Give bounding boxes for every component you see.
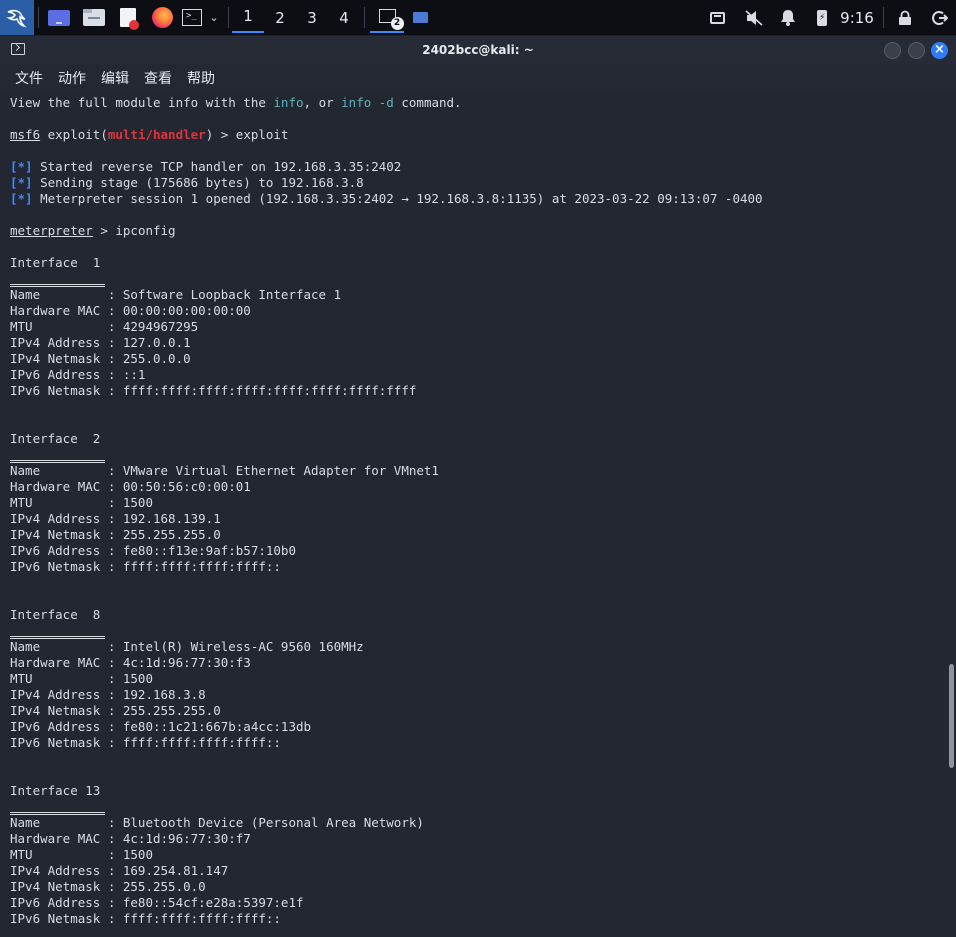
interface-field: IPv6 Netmask : ffff:ffff:ffff:ffff:: [10,735,281,750]
interface-field: IPv4 Netmask : 255.255.255.0 [10,703,221,718]
interface-field: IPv6 Netmask : ffff:ffff:ffff:ffff:ffff:… [10,383,417,398]
interface-field: MTU : 1500 [10,495,153,510]
header-underline [10,271,763,287]
interface-header: Interface 8 [10,607,101,622]
info-d-command: info -d [341,95,394,110]
close-icon: × [934,42,945,57]
display-icon[interactable] [704,0,730,35]
msf-prompt: msf6 [10,127,41,142]
interface-header: Interface 13 [10,783,101,798]
interface-field: IPv4 Address : 169.254.81.147 [10,863,229,878]
show-desktop-icon[interactable] [46,0,72,35]
interface-field: IPv6 Netmask : ffff:ffff:ffff:ffff:: [10,911,281,926]
status-tag: [*] [10,159,33,174]
notifications-bell-icon[interactable] [776,0,800,35]
interface-field: Name : VMware Virtual Ethernet Adapter f… [10,463,439,478]
logout-icon[interactable] [927,0,953,35]
battery-charging-icon[interactable]: ⚡ [810,0,834,35]
module-info-hint-line: View the full module info with the info,… [10,95,462,110]
workspace-3[interactable]: 3 [296,0,328,35]
menu-file[interactable]: 文件 [15,68,43,88]
interface-field: Hardware MAC : 4c:1d:96:77:30:f7 [10,831,251,846]
chevron-down-icon[interactable]: ⌄ [205,0,223,35]
lock-screen-icon[interactable] [893,0,917,35]
interface-field: IPv6 Address : ::1 [10,367,146,382]
taskbar-terminal-group[interactable]: 2 [370,0,404,33]
msf-prompt-line: msf6 exploit(multi/handler) > exploit [10,127,289,142]
info-command: info [273,95,304,110]
status-line: [*] Started reverse TCP handler on 192.1… [10,159,402,174]
window-count-badge: 2 [390,16,404,30]
interface-field: Hardware MAC : 00:50:56:c0:00:01 [10,479,251,494]
workspace-4[interactable]: 4 [328,0,360,35]
kali-menu-button[interactable] [0,0,34,35]
volume-muted-icon[interactable] [741,0,767,35]
meterpreter-prompt: meterpreter [10,223,93,238]
close-button[interactable]: × [931,42,948,59]
interface-field: IPv6 Address : fe80::54cf:e28a:5397:e1f [10,895,304,910]
interface-field: IPv4 Address : 192.168.3.8 [10,687,206,702]
menu-view[interactable]: 查看 [144,68,172,88]
bell-glyph [781,10,795,26]
interface-field: Name : Bluetooth Device (Personal Area N… [10,815,424,830]
interface-field: Hardware MAC : 4c:1d:96:77:30:f3 [10,655,251,670]
interface-field: Name : Intel(R) Wireless-AC 9560 160MHz [10,639,364,654]
file-manager-icon[interactable] [81,0,107,35]
header-underline [10,623,763,639]
status-line: [*] Meterpreter session 1 opened (192.16… [10,191,763,206]
terminal-icon [11,43,25,55]
status-tag: [*] [10,191,33,206]
terminal-window-icon: 2 [378,8,404,30]
interface-header: Interface 1 [10,255,101,270]
terminal-window: 2402bcc@kali: ~ × 文件 动作 编辑 查看 帮助 View th… [0,36,956,937]
workspace-2[interactable]: 2 [264,0,296,35]
module-name: multi/handler [107,127,206,142]
menu-bar: 文件 动作 编辑 查看 帮助 [0,64,956,92]
meterpreter-prompt-line: meterpreter > ipconfig [10,223,176,238]
scrollbar-thumb[interactable] [949,664,954,768]
menu-actions[interactable]: 动作 [58,68,86,88]
terminal-output[interactable]: View the full module info with the info,… [0,92,946,937]
logout-glyph [932,10,948,25]
minimize-button[interactable] [884,42,901,59]
interface-header: Interface 2 [10,431,101,446]
interface-field: IPv6 Netmask : ffff:ffff:ffff:ffff:: [10,559,281,574]
menu-edit[interactable]: 编辑 [101,68,129,88]
text-editor-icon[interactable] [116,0,140,35]
interface-field: Name : Software Loopback Interface 1 [10,287,342,302]
interface-field: IPv4 Netmask : 255.255.0.0 [10,879,206,894]
interface-field: IPv6 Address : fe80::1c21:667b:a4cc:13db [10,719,312,734]
taskbar-folder-icon[interactable] [408,0,432,35]
status-line: [*] Sending stage (175686 bytes) to 192.… [10,175,364,190]
interface-field: IPv6 Address : fe80::f13e:9af:b57:10b0 [10,543,296,558]
panel-clock[interactable]: 9:16 [838,0,876,35]
terminal-scrollbar[interactable] [946,92,956,937]
interface-field: IPv4 Address : 192.168.139.1 [10,511,221,526]
kali-dragon-icon [6,9,27,27]
terminal-launcher-icon[interactable]: >_ [180,0,204,35]
status-tag: [*] [10,175,33,190]
header-underline [10,799,763,815]
interface-field: IPv4 Netmask : 255.255.255.0 [10,527,221,542]
interface-field: MTU : 1500 [10,671,153,686]
workspace-1[interactable]: 1 [232,0,264,33]
top-panel: >_ ⌄ 1 2 3 4 2 ⚡ 9:16 [0,0,956,36]
firefox-icon[interactable] [149,0,175,35]
header-underline [10,447,763,463]
interface-field: IPv4 Address : 127.0.0.1 [10,335,191,350]
interface-field: MTU : 1500 [10,847,153,862]
interface-field: MTU : 4294967295 [10,319,199,334]
menu-help[interactable]: 帮助 [187,68,215,88]
window-title: 2402bcc@kali: ~ [422,43,534,57]
padlock-glyph [899,10,911,25]
maximize-button[interactable] [908,42,925,59]
window-titlebar[interactable]: 2402bcc@kali: ~ × [0,36,956,64]
speaker-muted-glyph [745,9,763,26]
interface-field: IPv4 Netmask : 255.0.0.0 [10,351,191,366]
interface-field: Hardware MAC : 00:00:00:00:00:00 [10,303,251,318]
